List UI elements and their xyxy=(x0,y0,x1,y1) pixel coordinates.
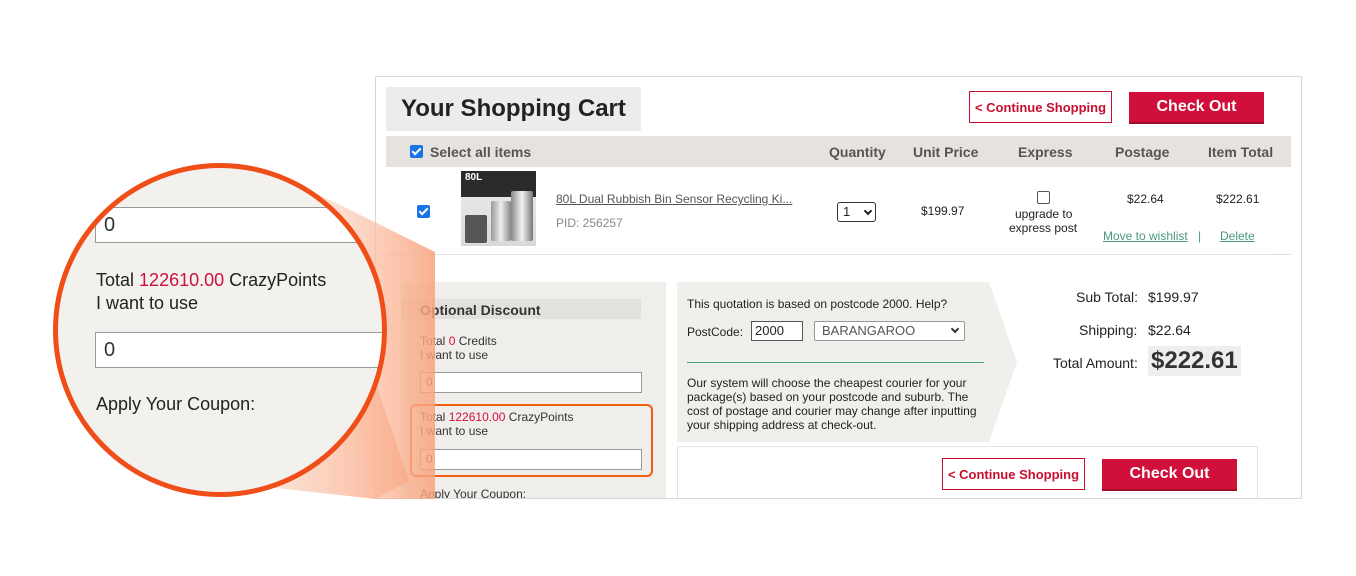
magnifier-circle: 0 Total 122610.00 CrazyPoints I want to … xyxy=(53,163,387,497)
magnified-coupon-label: Apply Your Coupon: xyxy=(96,394,256,414)
magnified-use-label: I want to use xyxy=(96,293,199,313)
magnified-crazypoints-text: Total 122610.00 CrazyPoints xyxy=(96,270,327,290)
magnified-credits-input: 0 xyxy=(95,207,387,243)
magnified-crazypoints-input: 0 xyxy=(95,332,387,368)
